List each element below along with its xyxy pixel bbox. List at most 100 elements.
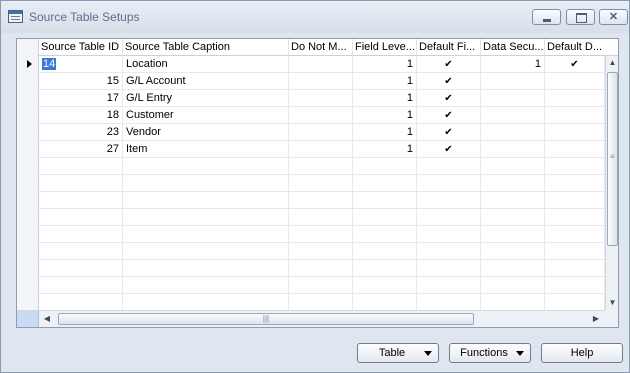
cell-do-not-m[interactable] bbox=[289, 192, 353, 209]
table-row[interactable] bbox=[17, 277, 605, 294]
cell-do-not-m[interactable] bbox=[289, 73, 353, 90]
cell-do-not-m[interactable] bbox=[289, 209, 353, 226]
cell-default-fi[interactable] bbox=[417, 175, 481, 192]
row-selector[interactable] bbox=[17, 243, 39, 260]
table-row[interactable]: 27 Item 1 ✔ bbox=[17, 141, 605, 158]
cell-do-not-m[interactable] bbox=[289, 277, 353, 294]
table-row[interactable]: 18 Customer 1 ✔ bbox=[17, 107, 605, 124]
scroll-right-arrow-icon[interactable]: ▶ bbox=[589, 311, 603, 327]
cell-data-secu[interactable] bbox=[481, 209, 545, 226]
column-header-source-table-id[interactable]: Source Table ID bbox=[39, 39, 123, 56]
cell-source-table-caption[interactable]: G/L Entry bbox=[123, 90, 289, 107]
cell-field-level[interactable] bbox=[353, 226, 417, 243]
row-selector[interactable] bbox=[17, 107, 39, 124]
table-row[interactable] bbox=[17, 294, 605, 311]
cell-source-table-id[interactable] bbox=[39, 158, 123, 175]
cell-source-table-caption[interactable] bbox=[123, 175, 289, 192]
cell-field-level[interactable] bbox=[353, 175, 417, 192]
cell-do-not-m[interactable] bbox=[289, 175, 353, 192]
cell-data-secu[interactable] bbox=[481, 260, 545, 277]
cell-default-fi[interactable] bbox=[417, 209, 481, 226]
table-row[interactable] bbox=[17, 260, 605, 277]
cell-field-level[interactable]: 1 bbox=[353, 73, 417, 90]
vertical-scrollbar[interactable]: ▲ ≡ ▼ bbox=[605, 56, 618, 310]
maximize-button[interactable] bbox=[566, 9, 595, 25]
column-header-default-d[interactable]: Default D... bbox=[545, 39, 609, 56]
table-row[interactable]: 23 Vendor 1 ✔ bbox=[17, 124, 605, 141]
cell-source-table-caption[interactable] bbox=[123, 226, 289, 243]
cell-default-d[interactable]: ✔ bbox=[545, 56, 605, 73]
cell-source-table-caption[interactable] bbox=[123, 260, 289, 277]
cell-source-table-caption[interactable] bbox=[123, 192, 289, 209]
row-selector[interactable] bbox=[17, 192, 39, 209]
row-selector[interactable] bbox=[17, 56, 39, 73]
cell-data-secu[interactable] bbox=[481, 90, 545, 107]
cell-data-secu[interactable]: 1 bbox=[481, 56, 545, 73]
cell-do-not-m[interactable] bbox=[289, 260, 353, 277]
cell-source-table-id[interactable] bbox=[39, 260, 123, 277]
cell-field-level[interactable] bbox=[353, 192, 417, 209]
cell-field-level[interactable]: 1 bbox=[353, 107, 417, 124]
cell-default-fi[interactable] bbox=[417, 158, 481, 175]
cell-source-table-id[interactable]: 23 bbox=[39, 124, 123, 141]
table-row[interactable] bbox=[17, 175, 605, 192]
cell-source-table-caption[interactable] bbox=[123, 158, 289, 175]
row-selector[interactable] bbox=[17, 124, 39, 141]
cell-source-table-id[interactable] bbox=[39, 277, 123, 294]
cell-default-fi[interactable] bbox=[417, 243, 481, 260]
cell-default-d[interactable] bbox=[545, 73, 605, 90]
cell-default-d[interactable] bbox=[545, 158, 605, 175]
cell-data-secu[interactable] bbox=[481, 158, 545, 175]
scroll-up-arrow-icon[interactable]: ▲ bbox=[606, 56, 618, 70]
title-bar[interactable]: Source Table Setups ✕ bbox=[1, 1, 629, 33]
cell-source-table-id[interactable] bbox=[39, 243, 123, 260]
table-row[interactable]: 14 Location 1 ✔ 1 ✔ bbox=[17, 56, 605, 73]
cell-data-secu[interactable] bbox=[481, 73, 545, 90]
row-selector[interactable] bbox=[17, 141, 39, 158]
horizontal-scrollbar[interactable]: ◀ ||| ▶ bbox=[17, 310, 605, 327]
cell-default-d[interactable] bbox=[545, 192, 605, 209]
grid-corner[interactable] bbox=[17, 39, 39, 56]
row-selector[interactable] bbox=[17, 90, 39, 107]
cell-source-table-caption[interactable] bbox=[123, 277, 289, 294]
scroll-down-arrow-icon[interactable]: ▼ bbox=[606, 296, 618, 310]
table-row[interactable] bbox=[17, 243, 605, 260]
column-header-data-secu[interactable]: Data Secu... bbox=[481, 39, 545, 56]
cell-default-fi[interactable] bbox=[417, 260, 481, 277]
cell-data-secu[interactable] bbox=[481, 175, 545, 192]
cell-source-table-caption[interactable]: Location bbox=[123, 56, 289, 73]
row-selector[interactable] bbox=[17, 175, 39, 192]
cell-data-secu[interactable] bbox=[481, 124, 545, 141]
cell-field-level[interactable] bbox=[353, 243, 417, 260]
row-selector[interactable] bbox=[17, 73, 39, 90]
cell-data-secu[interactable] bbox=[481, 294, 545, 311]
column-header-source-table-caption[interactable]: Source Table Caption bbox=[123, 39, 289, 56]
cell-do-not-m[interactable] bbox=[289, 90, 353, 107]
row-selector[interactable] bbox=[17, 260, 39, 277]
table-row[interactable]: 15 G/L Account 1 ✔ bbox=[17, 73, 605, 90]
cell-default-fi[interactable]: ✔ bbox=[417, 107, 481, 124]
row-selector[interactable] bbox=[17, 209, 39, 226]
cell-do-not-m[interactable] bbox=[289, 158, 353, 175]
cell-source-table-caption[interactable] bbox=[123, 209, 289, 226]
table-row[interactable] bbox=[17, 192, 605, 209]
cell-default-fi[interactable]: ✔ bbox=[417, 141, 481, 158]
cell-default-d[interactable] bbox=[545, 124, 605, 141]
table-row[interactable] bbox=[17, 226, 605, 243]
cell-default-d[interactable] bbox=[545, 90, 605, 107]
cell-default-fi[interactable] bbox=[417, 294, 481, 311]
cell-source-table-id[interactable] bbox=[39, 226, 123, 243]
cell-source-table-caption[interactable]: G/L Account bbox=[123, 73, 289, 90]
cell-default-d[interactable] bbox=[545, 107, 605, 124]
cell-source-table-id[interactable]: 27 bbox=[39, 141, 123, 158]
cell-source-table-id[interactable] bbox=[39, 294, 123, 311]
cell-data-secu[interactable] bbox=[481, 192, 545, 209]
minimize-button[interactable] bbox=[532, 9, 561, 25]
cell-source-table-id[interactable]: 14 bbox=[39, 56, 123, 73]
cell-source-table-caption[interactable]: Vendor bbox=[123, 124, 289, 141]
cell-field-level[interactable] bbox=[353, 294, 417, 311]
cell-default-d[interactable] bbox=[545, 141, 605, 158]
help-button[interactable]: Help bbox=[541, 343, 623, 363]
cell-data-secu[interactable] bbox=[481, 226, 545, 243]
cell-default-fi[interactable]: ✔ bbox=[417, 124, 481, 141]
